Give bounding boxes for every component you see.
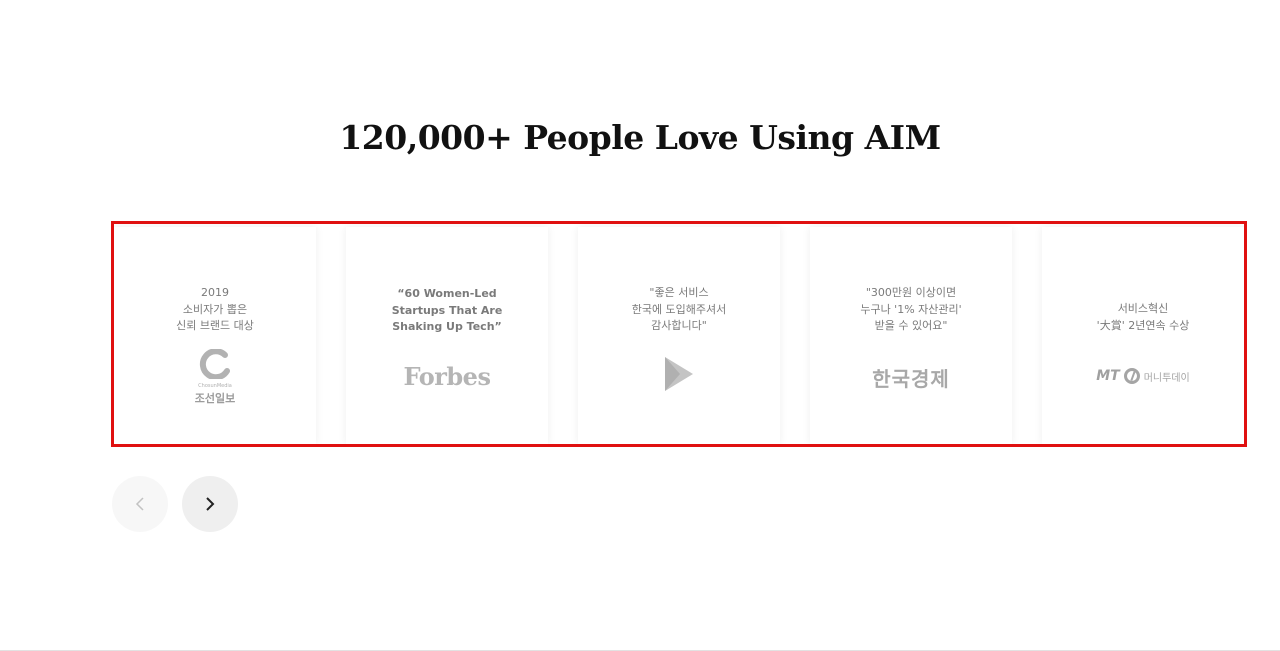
mt-logo-text: MT	[1096, 368, 1120, 384]
press-card: 서비스혁신 '大賞' 2년연속 수상 MT 머니투데이	[1042, 227, 1244, 444]
hankyung-logo: 한국경제	[872, 367, 950, 391]
section-title: 120,000+ People Love Using AIM	[339, 118, 941, 157]
forbes-logo: Forbes	[403, 362, 491, 391]
press-card-quote: 서비스혁신 '大賞' 2년연속 수상	[1096, 302, 1190, 332]
press-card: "300만원 이상이면 누구나 '1% 자산관리' 받을 수 있어요" 한국경제	[810, 227, 1012, 444]
press-carousel: 2019 소비자가 뽑은 신뢰 브랜드 대상 ChosunMedia 조선일보 …	[111, 221, 1247, 447]
money-today-logo: MT 머니투데이	[1042, 365, 1244, 384]
chosun-media-logo-icon	[199, 348, 230, 381]
money-today-label: 머니투데이	[1143, 372, 1190, 384]
chevron-right-icon	[206, 497, 215, 511]
press-card: “60 Women-Led Startups That Are Shaking …	[346, 227, 548, 444]
chosun-media-logo: ChosunMedia 조선일보	[114, 348, 316, 406]
money-today-logo-icon	[1123, 368, 1140, 384]
press-card-quote: 2019 소비자가 뽑은 신뢰 브랜드 대상	[176, 286, 254, 332]
google-play-icon	[665, 357, 693, 391]
google-play-logo	[578, 356, 780, 396]
press-card-quote: “60 Women-Led Startups That Are Shaking …	[391, 287, 503, 333]
press-card: 2019 소비자가 뽑은 신뢰 브랜드 대상 ChosunMedia 조선일보	[114, 227, 316, 444]
chosun-ilbo-label: 조선일보	[194, 392, 236, 405]
press-card-quote: "300만원 이상이면 누구나 '1% 자산관리' 받을 수 있어요"	[860, 286, 962, 332]
carousel-prev-button[interactable]	[112, 476, 168, 532]
chosun-media-label: ChosunMedia	[198, 383, 232, 389]
press-card-quote: "좋은 서비스 한국에 도입해주셔서 감사합니다"	[631, 286, 727, 332]
carousel-next-button[interactable]	[182, 476, 238, 532]
chevron-left-icon	[135, 497, 144, 511]
press-card: "좋은 서비스 한국에 도입해주셔서 감사합니다"	[578, 227, 780, 444]
